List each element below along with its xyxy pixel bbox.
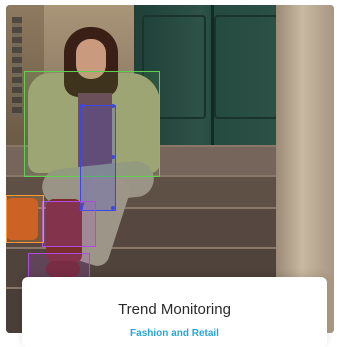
keypoint-marker (79, 104, 83, 108)
keypoint-marker (111, 155, 115, 159)
detection-box-bag (6, 195, 44, 243)
card-subtitle-link[interactable]: Fashion and Retail (22, 328, 327, 339)
keypoint-marker (111, 206, 115, 210)
card-title: Trend Monitoring (118, 301, 231, 318)
detection-box-boots (42, 201, 96, 247)
keypoint-marker (111, 104, 115, 108)
keypoint-marker (79, 206, 83, 210)
door-seam (211, 5, 214, 150)
